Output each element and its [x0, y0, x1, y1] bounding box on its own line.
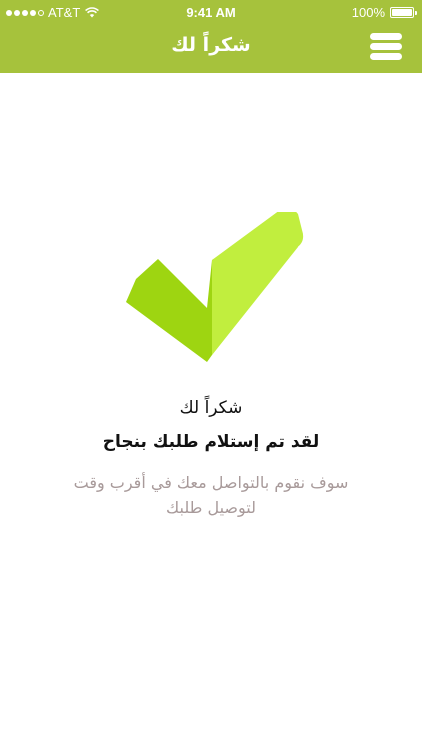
battery-percent: 100%	[351, 5, 385, 20]
battery-icon	[390, 7, 417, 18]
hamburger-menu-icon	[370, 33, 404, 60]
contact-message: سوف نقوم بالتواصل معك في أقرب وقت لتوصيل…	[73, 473, 349, 517]
status-right: 100%	[351, 5, 417, 20]
status-bar: AT&T 9:41 AM 100%	[0, 0, 422, 24]
app-header: AT&T 9:41 AM 100% شكراً لك	[0, 0, 422, 73]
menu-button[interactable]	[370, 33, 404, 63]
checkmark-icon	[126, 212, 304, 362]
page-title: شكراً لك	[171, 34, 251, 56]
thanks-title: شكراً لك	[179, 398, 243, 418]
success-message: لقد تم إستلام طلبك بنجاح	[102, 432, 320, 452]
